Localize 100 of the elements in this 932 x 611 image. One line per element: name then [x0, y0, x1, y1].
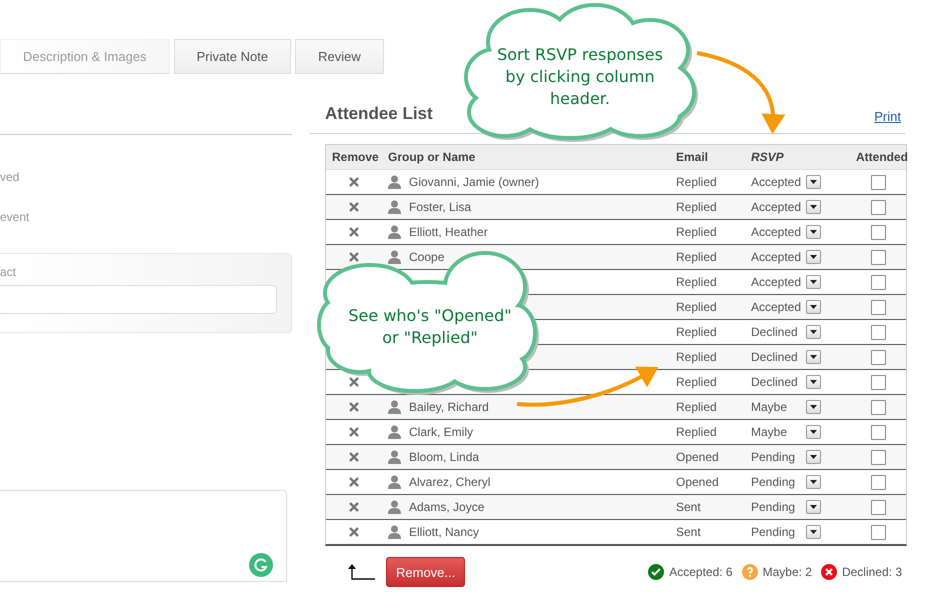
close-icon[interactable] [349, 177, 359, 187]
email-status: Replied [675, 325, 718, 339]
rsvp-status: Maybe [750, 400, 788, 414]
attended-checkbox[interactable] [870, 250, 886, 264]
dropdown-button[interactable] [806, 400, 821, 414]
email-status: Replied [675, 350, 718, 364]
rsvp-status: Declined [750, 325, 799, 339]
attended-checkbox[interactable] [870, 524, 886, 540]
attended-checkbox[interactable] [870, 474, 886, 490]
section-title: Attendee List [325, 104, 433, 124]
dropdown-button[interactable] [806, 375, 821, 389]
caret-icon [810, 380, 817, 384]
tab[interactable]: Review [295, 39, 384, 74]
rsvp-status: Pending [750, 525, 796, 539]
dropdown-button[interactable] [806, 425, 821, 439]
email-status: Opened [675, 450, 720, 464]
attended-checkbox[interactable] [870, 200, 886, 214]
caret-icon [810, 180, 817, 184]
dropdown-button[interactable] [806, 175, 821, 189]
print-link[interactable]: Print [874, 109, 901, 124]
attended-checkbox[interactable] [870, 350, 886, 364]
rsvp-status: Pending [750, 500, 796, 514]
caret-icon [810, 530, 817, 534]
email-status: Replied [675, 300, 718, 314]
close-icon[interactable] [349, 452, 359, 462]
attendee-name: Elliott, Heather [409, 225, 488, 239]
dropdown-button[interactable] [806, 250, 821, 264]
email-status: Replied [675, 225, 718, 239]
close-icon[interactable] [349, 427, 359, 437]
column-header[interactable]: RSVP [745, 150, 806, 164]
rsvp-status: Accepted [750, 200, 802, 214]
attended-checkbox[interactable] [870, 224, 886, 240]
input-field[interactable] [0, 285, 277, 314]
dropdown-button[interactable] [806, 300, 821, 314]
caret-icon [810, 455, 817, 459]
field-label: ved [0, 170, 20, 184]
close-icon[interactable] [349, 252, 359, 262]
dropdown-button[interactable] [806, 225, 821, 239]
caret-icon [810, 430, 817, 434]
caret-icon [810, 280, 817, 284]
summary-count: Maybe: 2 [762, 565, 812, 579]
rsvp-status: Accepted [750, 250, 802, 264]
rsvp-status: Declined [750, 350, 799, 364]
rsvp-status: Maybe [750, 425, 788, 439]
rsvp-status: Pending [750, 475, 796, 489]
attended-checkbox[interactable] [870, 374, 886, 390]
caret-icon [810, 480, 817, 484]
dropdown-button[interactable] [806, 275, 821, 289]
field-label: event [0, 210, 30, 224]
email-status: Replied [675, 250, 718, 264]
attended-checkbox[interactable] [870, 424, 886, 440]
attended-checkbox[interactable] [870, 450, 886, 464]
email-status: Sent [675, 525, 702, 539]
attended-checkbox[interactable] [870, 324, 886, 340]
email-status: Replied [675, 275, 718, 289]
close-icon[interactable] [349, 477, 359, 487]
dropdown-button[interactable] [806, 200, 821, 214]
rsvp-status: Accepted [750, 275, 802, 289]
column-header[interactable]: Group or Name [382, 150, 670, 164]
column-header[interactable]: Attended [850, 150, 906, 164]
callout-text: See who's "Opened" or "Replied" [347, 305, 513, 349]
dropdown-button[interactable] [806, 325, 821, 339]
summary-count: Accepted: 6 [669, 565, 733, 579]
attended-checkbox[interactable] [870, 400, 886, 414]
summary-count: Declined: 3 [842, 565, 902, 579]
close-icon[interactable] [349, 377, 359, 387]
email-status: Sent [675, 500, 702, 514]
caret-icon [810, 330, 817, 334]
email-status: Replied [675, 425, 718, 439]
dropdown-button[interactable] [806, 475, 821, 489]
dropdown-button[interactable] [806, 450, 821, 464]
close-icon[interactable] [349, 227, 359, 237]
attended-checkbox[interactable] [870, 174, 886, 190]
remove-button[interactable]: Remove... [386, 557, 466, 587]
attendee-name: Alvarez, Cheryl [409, 475, 490, 489]
rsvp-status: Pending [750, 450, 796, 464]
dropdown-button[interactable] [806, 350, 821, 364]
grammar-assistant-icon[interactable] [249, 553, 273, 577]
attendee-name: Giovanni, Jamie (owner) [409, 175, 540, 189]
email-status: Replied [675, 200, 718, 214]
dropdown-button[interactable] [806, 525, 821, 539]
email-status: Replied [675, 400, 718, 414]
rsvp-status: Accepted [750, 300, 802, 314]
dropdown-button[interactable] [806, 500, 821, 514]
column-header[interactable]: Remove [326, 150, 382, 164]
callout-text: Sort RSVP responses by clicking column header. [496, 44, 664, 110]
close-icon[interactable] [349, 202, 359, 212]
attendee-name: Coope [409, 250, 444, 264]
close-icon[interactable] [349, 527, 359, 537]
close-icon[interactable] [349, 402, 359, 412]
attended-checkbox[interactable] [870, 300, 886, 314]
rsvp-status: Accepted [750, 175, 802, 189]
caret-icon [810, 305, 817, 309]
tab[interactable]: Private Note [174, 39, 292, 74]
rsvp-status: Accepted [750, 225, 802, 239]
column-header[interactable]: Email [670, 150, 745, 164]
attended-checkbox[interactable] [870, 274, 886, 290]
attended-checkbox[interactable] [870, 500, 886, 514]
rsvp-status: Declined [750, 375, 799, 389]
close-icon[interactable] [349, 502, 359, 512]
